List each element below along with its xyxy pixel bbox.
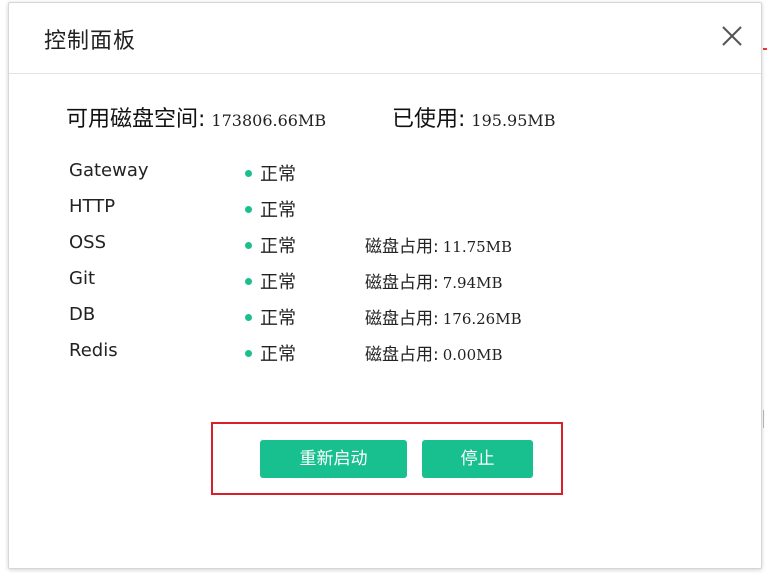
available-disk-value: 173806.66MB xyxy=(211,111,327,130)
stop-button[interactable]: 停止 xyxy=(422,440,533,478)
service-row-git: Git 正常 磁盘占用: 7.94MB xyxy=(69,263,669,299)
service-row-db: DB 正常 磁盘占用: 176.26MB xyxy=(69,299,669,335)
service-status-text: 正常 xyxy=(260,236,296,257)
status-ok-dot-icon xyxy=(245,205,252,213)
available-disk-label: 可用磁盘空间: xyxy=(66,107,206,132)
service-name: OSS xyxy=(69,232,107,253)
status-ok-dot-icon xyxy=(245,313,252,321)
service-status: 正常 xyxy=(245,268,296,294)
used-disk-value: 195.95MB xyxy=(471,111,556,130)
service-status: 正常 xyxy=(245,340,296,366)
service-status-text: 正常 xyxy=(260,272,296,293)
background-artifact xyxy=(763,48,767,50)
service-name: HTTP xyxy=(69,196,116,217)
service-name: DB xyxy=(69,304,96,325)
service-name: Gateway xyxy=(69,160,149,181)
service-status-text: 正常 xyxy=(260,344,296,365)
service-disk-usage: 磁盘占用: 176.26MB xyxy=(365,304,522,329)
service-status: 正常 xyxy=(245,232,296,258)
disk-usage-value: 176.26MB xyxy=(442,310,522,328)
status-ok-dot-icon xyxy=(245,277,252,285)
disk-usage-label: 磁盘占用: xyxy=(365,273,439,293)
disk-summary: 可用磁盘空间: 173806.66MB 已使用: 195.95MB xyxy=(66,101,706,135)
service-list: Gateway 正常 HTTP 正常 OSS 正常 磁盘占用: 11.75MB G… xyxy=(69,155,669,371)
close-icon[interactable] xyxy=(721,25,743,47)
service-status-text: 正常 xyxy=(260,164,296,185)
service-disk-usage: 磁盘占用: 7.94MB xyxy=(365,268,503,293)
service-status-text: 正常 xyxy=(260,308,296,329)
service-status: 正常 xyxy=(245,196,296,222)
restart-button[interactable]: 重新启动 xyxy=(260,440,407,478)
service-row-redis: Redis 正常 磁盘占用: 0.00MB xyxy=(69,335,669,371)
disk-usage-label: 磁盘占用: xyxy=(365,345,439,365)
service-row-gateway: Gateway 正常 xyxy=(69,155,669,191)
page: 控制面板 可用磁盘空间: 173806.66MB 已使用: 195.95MB Gat… xyxy=(0,0,767,574)
used-disk-label: 已使用: xyxy=(392,107,466,132)
service-name: Redis xyxy=(69,340,118,361)
service-name: Git xyxy=(69,268,96,289)
service-disk-usage: 磁盘占用: 11.75MB xyxy=(365,232,512,257)
action-highlight-frame: 重新启动 停止 xyxy=(211,422,563,495)
service-status: 正常 xyxy=(245,304,296,330)
service-disk-usage: 磁盘占用: 0.00MB xyxy=(365,340,503,365)
control-panel-dialog: 控制面板 可用磁盘空间: 173806.66MB 已使用: 195.95MB Gat… xyxy=(8,2,762,569)
dialog-header: 控制面板 xyxy=(9,3,761,74)
service-row-oss: OSS 正常 磁盘占用: 11.75MB xyxy=(69,227,669,263)
disk-usage-label: 磁盘占用: xyxy=(365,309,439,329)
disk-usage-value: 0.00MB xyxy=(442,346,503,364)
status-ok-dot-icon xyxy=(245,241,252,249)
status-ok-dot-icon xyxy=(245,349,252,357)
service-status-text: 正常 xyxy=(260,200,296,221)
status-ok-dot-icon xyxy=(245,169,252,177)
disk-usage-value: 11.75MB xyxy=(442,238,513,256)
service-status: 正常 xyxy=(245,160,296,186)
disk-usage-value: 7.94MB xyxy=(442,274,503,292)
used-disk-block: 已使用: 195.95MB xyxy=(392,101,556,133)
disk-usage-label: 磁盘占用: xyxy=(365,237,439,257)
dialog-title: 控制面板 xyxy=(44,29,137,54)
background-artifact xyxy=(763,410,767,428)
service-row-http: HTTP 正常 xyxy=(69,191,669,227)
